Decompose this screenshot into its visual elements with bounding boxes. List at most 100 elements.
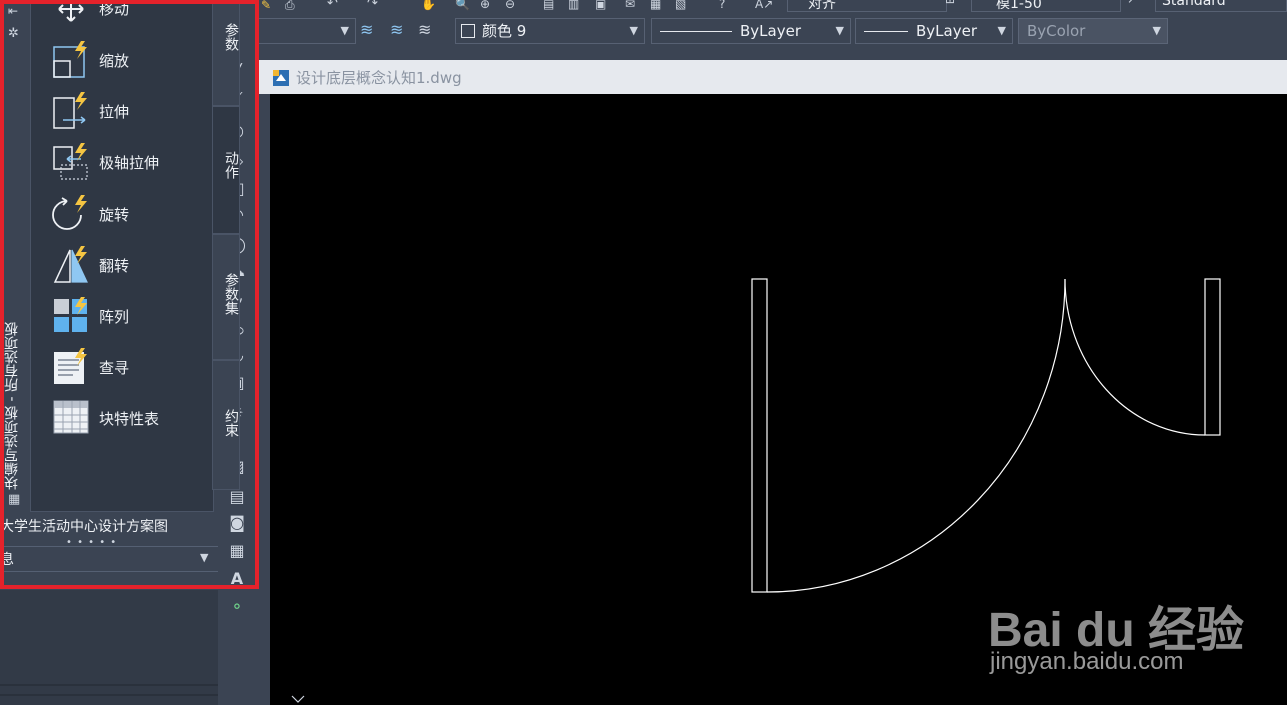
palette-item-move[interactable]: 移动	[51, 0, 201, 31]
palette-item-label: 缩放	[99, 52, 130, 70]
palette-item-lookup[interactable]: 查寻	[51, 346, 201, 390]
move-action-icon	[51, 0, 91, 27]
palette-item-label: 移动	[99, 0, 130, 18]
block-authoring-palette: 移动 缩放 拉伸 极轴拉伸 旋转 翻转 阵列 查寻 块特性表	[30, 0, 214, 512]
palette-properties-icon[interactable]: ✲	[8, 26, 24, 42]
left-door-swing-arc	[766, 278, 1066, 593]
pan-hand-icon[interactable]: ✋	[421, 0, 437, 11]
chevron-down-icon: ▼	[200, 551, 209, 564]
document-tab[interactable]: 设计底层概念认知1.dwg	[270, 64, 470, 92]
color-swatch	[461, 24, 475, 38]
tab-label: 参数集	[223, 273, 239, 315]
palette-item-scale[interactable]: 缩放	[51, 39, 201, 83]
palette-item-label: 拉伸	[99, 103, 130, 121]
multiline-text-icon[interactable]: A	[226, 570, 248, 588]
rotate-action-icon	[51, 193, 91, 233]
ucs-icon	[291, 695, 305, 703]
layer-properties-icon[interactable]: ≋	[360, 20, 382, 42]
tab-label: 参数	[223, 23, 239, 51]
dimension-style-dropdown[interactable]: 对齐	[787, 0, 947, 12]
sheet-set-title: 大学生活动中心设计方案图	[0, 519, 168, 535]
zoom-window-icon[interactable]: ⊕	[480, 0, 496, 11]
palette-title: 块编写选项板 - 所有选项板	[4, 322, 20, 490]
color-dropdown-label: 颜色 9	[482, 22, 527, 40]
linetype-preview	[660, 31, 732, 32]
lineweight-label: ByLayer	[916, 22, 977, 40]
table-style-icon[interactable]: ⊞	[945, 0, 967, 12]
tab-parameter-sets[interactable]: 参数集	[212, 234, 240, 360]
gradient-tool-icon[interactable]: ▤	[226, 488, 248, 506]
multileader-style-icon[interactable]: ↗	[1127, 0, 1149, 12]
redo-icon[interactable]: ↷	[367, 0, 385, 11]
block-properties-table-icon	[51, 397, 91, 437]
design-center-icon[interactable]: ▥	[568, 0, 584, 11]
calculator-icon[interactable]: ▧	[675, 0, 691, 11]
multileader-style-dropdown[interactable]: Standard	[1155, 0, 1287, 12]
tab-label: 约束	[223, 409, 239, 437]
palette-item-label: 旋转	[99, 206, 130, 224]
palette-item-array[interactable]: 阵列	[51, 295, 201, 339]
palette-item-label: 查寻	[99, 359, 130, 377]
layer-previous-icon[interactable]: ≋	[418, 20, 440, 42]
palette-item-flip[interactable]: 翻转	[51, 244, 201, 288]
divider	[0, 694, 218, 696]
tab-constraints[interactable]: 约束	[212, 360, 240, 490]
left-door-leaf	[751, 278, 768, 593]
color-dropdown[interactable]: 颜色 9 ▼	[455, 18, 645, 44]
array-action-icon	[51, 295, 91, 335]
lineweight-dropdown[interactable]: ByLayer ▼	[855, 18, 1013, 44]
tab-parameters[interactable]: 参数	[212, 0, 240, 106]
top-toolbar: ✎ ⎙ ↶ ↷ ✋ 🔍 ⊕ ⊖ ▤ ▥ ▣ ✉ ▦ ▧ ? A↗ 对齐 ⊞ 模1…	[255, 0, 1287, 14]
linetype-label: ByLayer	[740, 22, 801, 40]
palette-autohide-icon[interactable]: ⇤	[8, 4, 24, 20]
linetype-dropdown[interactable]: ByLayer ▼	[651, 18, 851, 44]
palette-item-polar-stretch[interactable]: 极轴拉伸	[51, 141, 201, 185]
chevron-down-icon: ▼	[835, 24, 844, 37]
palette-item-label: 块特性表	[99, 410, 160, 428]
chevron-down-icon: ▼	[997, 24, 1006, 37]
tab-actions[interactable]: 动作	[212, 106, 240, 234]
layer-make-current-icon[interactable]: ≋	[390, 20, 412, 42]
lookup-action-icon	[51, 346, 91, 386]
zoom-realtime-icon[interactable]: 🔍	[455, 0, 471, 11]
region-tool-icon[interactable]: ◙	[226, 514, 248, 532]
markup-icon[interactable]: ▦	[650, 0, 666, 11]
help-icon[interactable]: ?	[719, 0, 735, 11]
right-door-leaf	[1204, 278, 1221, 436]
table-style-dropdown[interactable]: 模1-50	[971, 0, 1121, 12]
polar-stretch-action-icon	[51, 141, 91, 181]
stretch-action-icon	[51, 90, 91, 130]
flip-action-icon	[51, 244, 91, 284]
plotstyle-dropdown: ByColor ▼	[1018, 18, 1168, 44]
chevron-down-icon: ▼	[629, 24, 638, 37]
right-door-swing-arc	[1064, 278, 1206, 436]
tab-label: 动作	[223, 151, 239, 179]
baidu-watermark-url: jingyan.baidu.com	[990, 648, 1184, 675]
layer-dropdown[interactable]: ▼	[258, 18, 356, 44]
lineweight-preview	[864, 31, 908, 32]
plotstyle-label: ByColor	[1027, 22, 1086, 40]
table-tool-icon[interactable]: ▦	[226, 542, 248, 560]
palette-grid-icon[interactable]: ▦	[8, 492, 24, 508]
divider	[0, 684, 218, 686]
palette-item-label: 极轴拉伸	[99, 154, 160, 172]
print-icon[interactable]: ⎙	[285, 0, 303, 12]
tool-palettes-icon[interactable]: ▣	[595, 0, 611, 11]
undo-icon[interactable]: ↶	[327, 0, 345, 11]
properties-icon[interactable]: ▤	[543, 0, 559, 11]
info-dropdown[interactable]	[0, 546, 218, 572]
chevron-down-icon: ▼	[1152, 24, 1161, 37]
palette-item-label: 翻转	[99, 257, 130, 275]
palette-item-block-properties-table[interactable]: 块特性表	[51, 397, 201, 441]
dimension-style-icon[interactable]: A↗	[755, 0, 779, 11]
edit-icon[interactable]: ✎	[261, 0, 279, 12]
scale-action-icon	[51, 39, 91, 79]
zoom-previous-icon[interactable]: ⊖	[505, 0, 521, 11]
palette-item-rotate[interactable]: 旋转	[51, 193, 201, 237]
palette-item-label: 阵列	[99, 308, 130, 326]
left-panel-lower-area	[0, 590, 218, 705]
chevron-down-icon: ▼	[340, 24, 349, 37]
add-selected-icon[interactable]: ⚬	[226, 598, 248, 616]
palette-item-stretch[interactable]: 拉伸	[51, 90, 201, 134]
sheet-set-icon[interactable]: ✉	[625, 0, 641, 11]
